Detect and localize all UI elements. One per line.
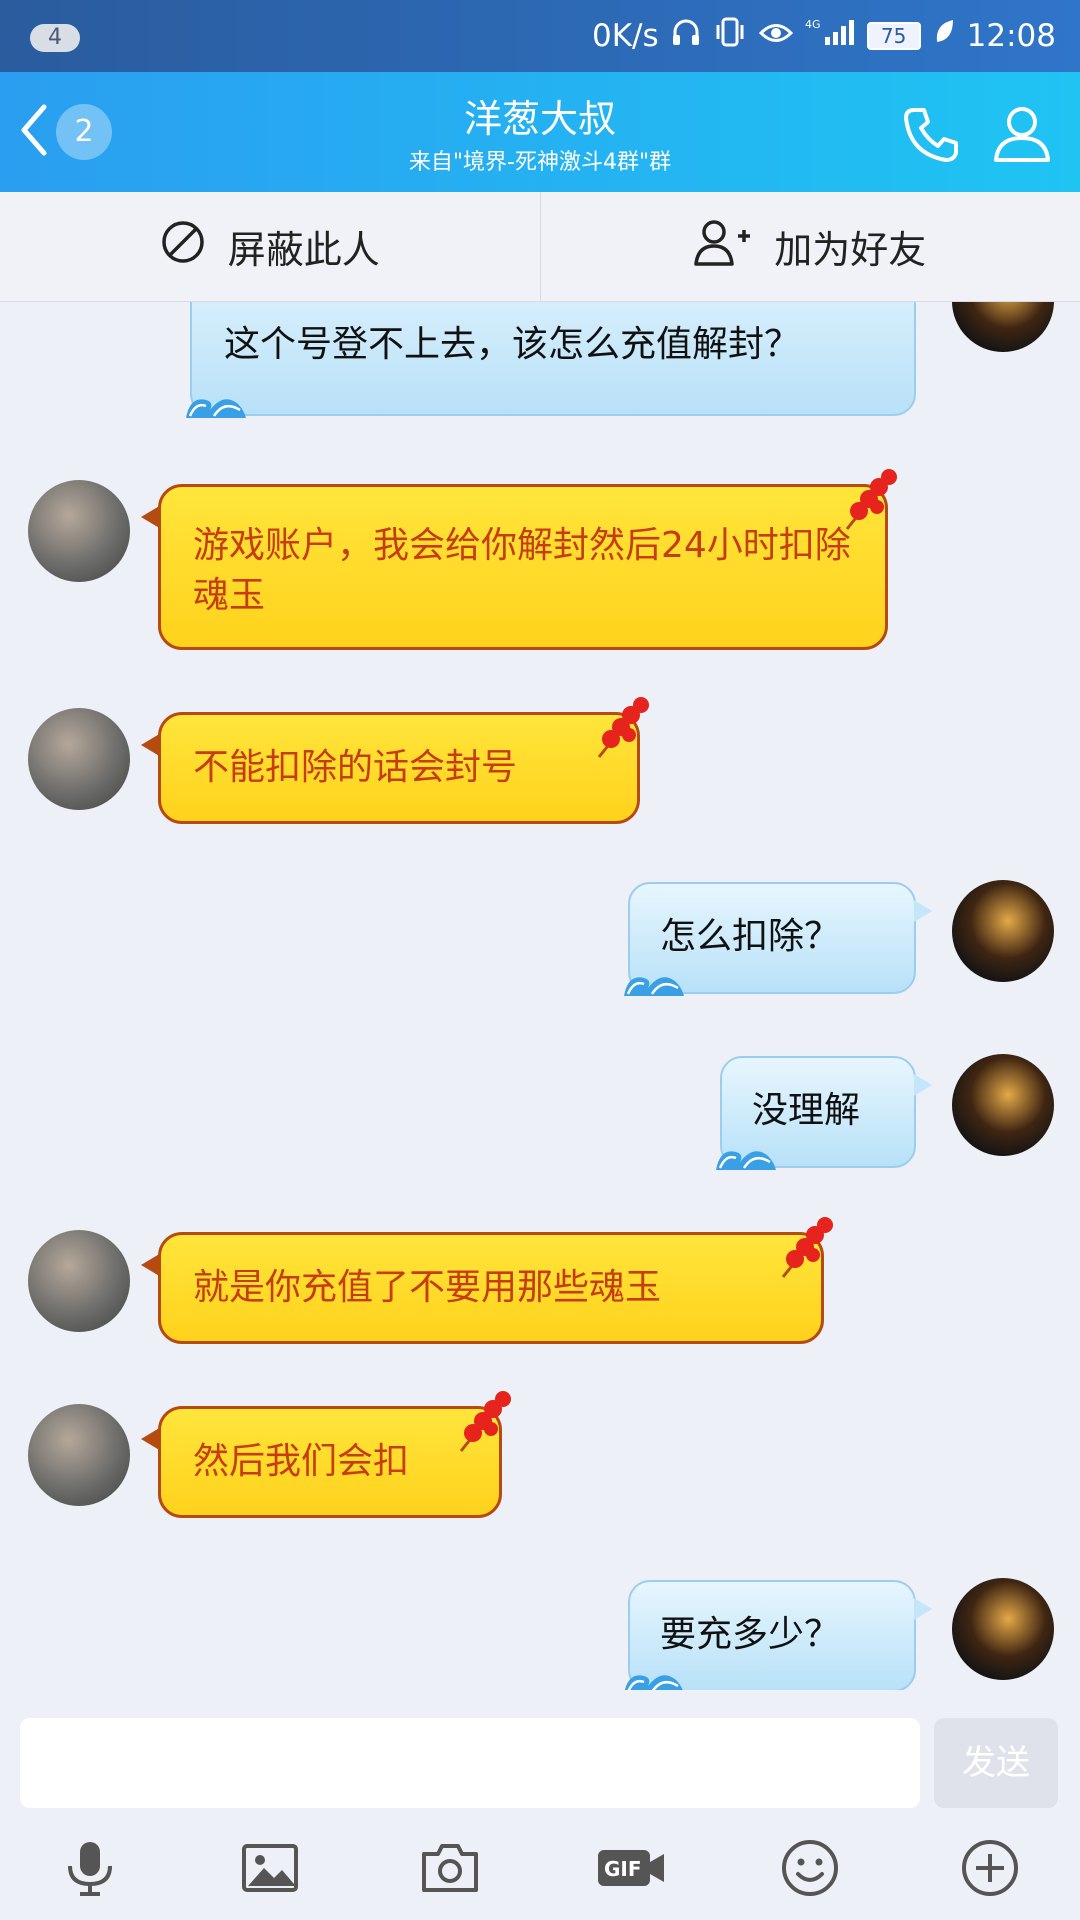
message-text: 然后我们会扣: [193, 1441, 410, 1482]
add-friend-button[interactable]: 加为好友: [539, 192, 1080, 301]
add-friend-icon: [694, 218, 752, 275]
message-text: 这个号登不上去，该怎么充值解封？: [224, 324, 801, 365]
message-bubble-incoming[interactable]: 游戏账户，我会给你解封然后24小时扣除魂玉: [141, 469, 897, 650]
vibrate-icon: [713, 17, 747, 55]
clock: 12:08: [966, 18, 1056, 54]
gif-icon[interactable]: GIF: [596, 1838, 664, 1898]
message-text: 就是你充值了不要用那些魂玉: [193, 1267, 662, 1308]
mic-icon[interactable]: [60, 1838, 120, 1898]
plus-icon[interactable]: [960, 1838, 1020, 1898]
sender-avatar[interactable]: [28, 1404, 130, 1506]
message-composer: 发送 GIF: [0, 1690, 1080, 1920]
add-friend-label: 加为好友: [774, 228, 927, 272]
eye-icon: [758, 18, 793, 54]
message-bubble-incoming[interactable]: 然后我们会扣: [141, 1391, 511, 1518]
message-text: 不能扣除的话会封号: [193, 747, 518, 788]
message-bubble-incoming[interactable]: 就是你充值了不要用那些魂玉: [141, 1217, 833, 1344]
image-icon[interactable]: [240, 1838, 300, 1898]
leaf-icon: [933, 18, 955, 54]
message-bubble-outgoing[interactable]: 要充多少？: [624, 1580, 932, 1690]
message-input[interactable]: [20, 1718, 920, 1808]
candy-decoration-icon: [781, 1217, 833, 1278]
message-bubble-incoming[interactable]: 不能扣除的话会封号: [141, 697, 649, 824]
network-speed: 0K/s: [592, 18, 659, 54]
sender-avatar[interactable]: [28, 708, 130, 810]
call-button[interactable]: [900, 104, 962, 170]
status-bar: 4 0K/s 4G 75 12:08: [0, 0, 1080, 72]
message-text: 没理解: [752, 1090, 861, 1131]
candy-decoration-icon: [845, 469, 897, 530]
sender-avatar[interactable]: [28, 480, 130, 582]
candy-decoration-icon: [597, 697, 649, 758]
my-avatar[interactable]: [952, 1578, 1054, 1680]
camera-icon[interactable]: [420, 1838, 480, 1898]
my-avatar[interactable]: [952, 880, 1054, 982]
block-icon: [160, 219, 206, 274]
message-text: 要充多少？: [660, 1614, 841, 1655]
message-list[interactable]: 这个号登不上去，该怎么充值解封？ 游戏账户，我会给你解封然后24小时扣除魂玉 不…: [0, 302, 1080, 1690]
profile-icon: [990, 107, 1054, 170]
message-bubble-outgoing[interactable]: 这个号登不上去，该怎么充值解封？: [186, 302, 916, 418]
send-button[interactable]: 发送: [934, 1718, 1058, 1808]
sender-avatar[interactable]: [28, 1230, 130, 1332]
chat-header: 2 洋葱大叔 来自"境界-死神激斗4群"群: [0, 72, 1080, 192]
signal-label: 4G: [805, 18, 821, 31]
my-avatar[interactable]: [952, 1054, 1054, 1156]
svg-text:GIF: GIF: [604, 1857, 642, 1881]
signal-icon: 4G: [805, 17, 855, 55]
wave-decoration-icon: [624, 1675, 683, 1690]
message-bubble-outgoing[interactable]: 怎么扣除？: [624, 882, 932, 996]
message-text: 游戏账户，我会给你解封然后24小时扣除魂玉: [193, 525, 851, 616]
message-bubble-outgoing[interactable]: 没理解: [716, 1056, 932, 1170]
phone-icon: [900, 108, 962, 170]
profile-button[interactable]: [990, 102, 1054, 170]
block-user-label: 屏蔽此人: [227, 228, 380, 272]
headphones-icon: [671, 17, 701, 55]
candy-decoration-icon: [459, 1391, 511, 1452]
my-avatar[interactable]: [952, 302, 1054, 352]
emoji-icon[interactable]: [780, 1838, 840, 1898]
wave-decoration-icon: [624, 977, 684, 996]
wave-decoration-icon: [186, 399, 246, 418]
wave-decoration-icon: [716, 1151, 776, 1170]
battery-indicator: 75: [866, 22, 921, 50]
block-user-button[interactable]: 屏蔽此人: [0, 192, 540, 301]
stranger-action-bar: 屏蔽此人 加为好友: [0, 192, 1080, 302]
notification-count-badge: 4: [30, 24, 80, 52]
message-text: 怎么扣除？: [660, 916, 841, 957]
